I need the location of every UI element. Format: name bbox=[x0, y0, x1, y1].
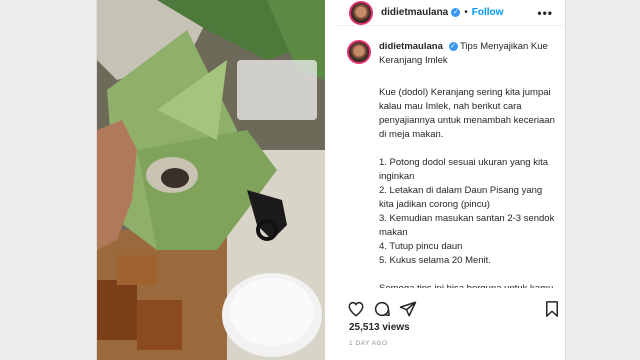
page-background: didietmaulana ✓ • Follow ••• didietmaula… bbox=[0, 0, 640, 360]
follow-button[interactable]: Follow bbox=[472, 7, 504, 18]
caption-title-line: didietmaulana ✓ Tips Menyajikan Kue Kera… bbox=[379, 40, 549, 68]
bookmark-icon[interactable] bbox=[543, 300, 561, 318]
verified-badge-icon: ✓ bbox=[451, 8, 461, 17]
caption-username[interactable]: didietmaulana bbox=[379, 41, 443, 52]
post-side-panel: didietmaulana ✓ • Follow ••• didietmaula… bbox=[337, 0, 565, 360]
post-video[interactable] bbox=[97, 0, 325, 360]
instagram-post: didietmaulana ✓ • Follow ••• didietmaula… bbox=[96, 0, 566, 360]
avatar[interactable] bbox=[349, 0, 373, 25]
comment-icon[interactable] bbox=[373, 300, 391, 318]
username[interactable]: didietmaulana bbox=[381, 7, 448, 18]
caption-body: Kue (dodol) Keranjang sering kita jumpai… bbox=[379, 87, 555, 288]
view-count: 25,513 views bbox=[349, 322, 410, 333]
caption-avatar[interactable] bbox=[347, 40, 371, 64]
caption-area: didietmaulana ✓ Tips Menyajikan Kue Kera… bbox=[347, 40, 561, 288]
post-header: didietmaulana ✓ • Follow ••• bbox=[337, 0, 565, 26]
video-frame-image bbox=[97, 0, 325, 360]
caption-verified-badge-icon: ✓ bbox=[448, 41, 458, 51]
post-timestamp: 1 DAY AGO bbox=[349, 340, 388, 347]
share-icon[interactable] bbox=[399, 300, 417, 318]
action-bar bbox=[347, 296, 561, 320]
heart-icon[interactable] bbox=[347, 300, 365, 318]
more-options-icon[interactable]: ••• bbox=[537, 6, 553, 20]
separator-dot: • bbox=[464, 7, 468, 18]
caption-header: didietmaulana ✓ Tips Menyajikan Kue Kera… bbox=[347, 40, 561, 68]
